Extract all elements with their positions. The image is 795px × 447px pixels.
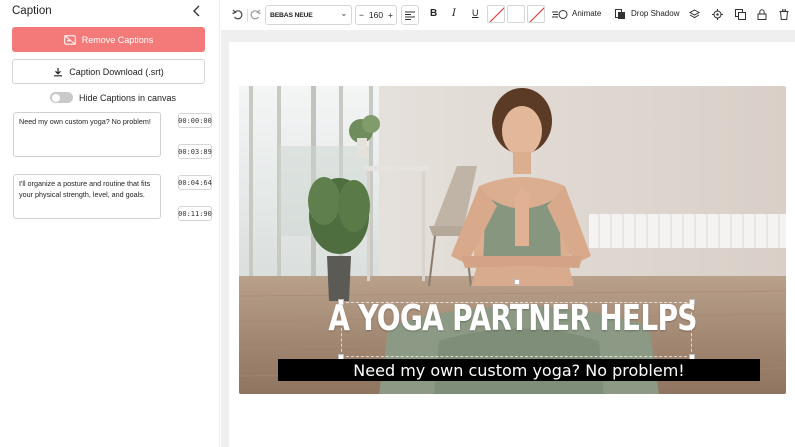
- subtitle-caption[interactable]: Need my own custom yoga? No problem!: [278, 359, 760, 381]
- hide-captions-toggle[interactable]: [50, 92, 73, 103]
- caption-download-label: Caption Download (.srt): [69, 66, 164, 77]
- caption-end-time[interactable]: 00:11:90: [178, 206, 212, 221]
- caption-download-button[interactable]: Caption Download (.srt): [12, 59, 205, 84]
- caption-text-field[interactable]: I'll organize a posture and routine that…: [13, 174, 161, 219]
- italic-button[interactable]: I: [452, 8, 456, 19]
- remove-captions-label: Remove Captions: [81, 34, 154, 45]
- animate-icon[interactable]: [552, 9, 568, 20]
- plus-icon[interactable]: +: [388, 10, 393, 20]
- font-size-stepper[interactable]: − 160 +: [355, 5, 397, 25]
- redo-icon[interactable]: [249, 8, 262, 21]
- bold-button[interactable]: B: [430, 8, 437, 19]
- text-color-swatch[interactable]: [487, 5, 505, 23]
- caption-start-time[interactable]: 00:00:00: [178, 113, 212, 128]
- font-family-select[interactable]: BEBAS NEUE ⌄: [265, 5, 352, 25]
- toolbar: BEBAS NEUE ⌄ − 160 + B I U Animate Drop …: [221, 0, 795, 30]
- drop-shadow-icon[interactable]: [615, 9, 626, 20]
- duplicate-icon[interactable]: [735, 9, 746, 20]
- hide-captions-label: Hide Captions in canvas: [79, 92, 177, 103]
- caption-text-field[interactable]: Need my own custom yoga? No problem!: [13, 112, 161, 157]
- caption-end-time[interactable]: 00:03:89: [178, 144, 212, 159]
- layers-icon[interactable]: [689, 9, 700, 20]
- caption-sidebar: Caption Remove Captions Caption Download…: [0, 0, 220, 447]
- align-left-icon: [405, 11, 415, 20]
- toolbar-divider: [247, 9, 248, 21]
- chevron-down-icon: ⌄: [340, 9, 347, 18]
- sidebar-title: Caption: [12, 5, 52, 17]
- chevron-left-icon[interactable]: [190, 4, 204, 18]
- stroke-color-swatch[interactable]: [527, 5, 545, 23]
- rotate-handle[interactable]: [514, 279, 520, 285]
- no-color-icon: [489, 7, 504, 22]
- captions-off-icon: [63, 34, 76, 45]
- minus-icon[interactable]: −: [359, 10, 364, 20]
- undo-icon[interactable]: [231, 8, 244, 21]
- underline-button[interactable]: U: [472, 8, 479, 18]
- hide-captions-row: Hide Captions in canvas: [50, 92, 176, 103]
- background-color-swatch[interactable]: [507, 5, 525, 23]
- lock-icon[interactable]: [757, 9, 767, 20]
- editor-app: Caption Remove Captions Caption Download…: [0, 0, 795, 447]
- position-icon[interactable]: [712, 9, 723, 20]
- font-family-value: BEBAS NEUE: [270, 11, 313, 19]
- remove-captions-button[interactable]: Remove Captions: [12, 27, 205, 52]
- text-align-button[interactable]: [401, 5, 419, 25]
- headline-text[interactable]: A YOGA PARTNER HELPS: [299, 298, 726, 339]
- trash-icon[interactable]: [779, 9, 789, 20]
- download-icon: [54, 67, 63, 76]
- drop-shadow-button[interactable]: Drop Shadow: [631, 9, 679, 18]
- caption-start-time[interactable]: 00:04:64: [178, 175, 212, 190]
- animate-button[interactable]: Animate: [572, 9, 601, 18]
- font-size-value[interactable]: 160: [369, 10, 383, 20]
- no-color-icon: [529, 7, 544, 22]
